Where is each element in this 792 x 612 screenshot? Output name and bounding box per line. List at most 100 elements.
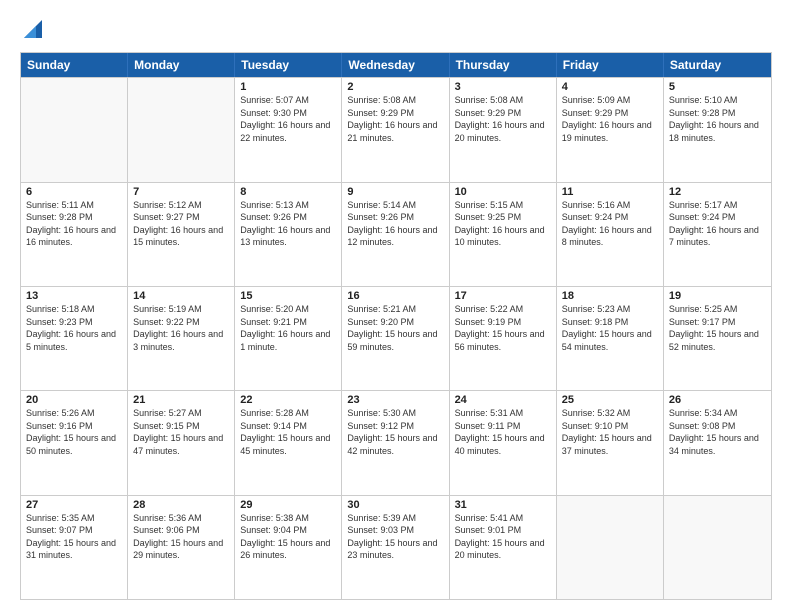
calendar-cell: 25Sunrise: 5:32 AMSunset: 9:10 PMDayligh…: [557, 391, 664, 494]
day-number: 1: [240, 81, 336, 93]
calendar-cell: 12Sunrise: 5:17 AMSunset: 9:24 PMDayligh…: [664, 183, 771, 286]
calendar-cell: 3Sunrise: 5:08 AMSunset: 9:29 PMDaylight…: [450, 78, 557, 181]
calendar-header-row: SundayMondayTuesdayWednesdayThursdayFrid…: [21, 53, 771, 77]
day-number: 18: [562, 290, 658, 302]
calendar-cell: [557, 496, 664, 599]
calendar-cell: [21, 78, 128, 181]
day-number: 25: [562, 394, 658, 406]
header-day-friday: Friday: [557, 53, 664, 77]
day-number: 5: [669, 81, 766, 93]
calendar-cell: 20Sunrise: 5:26 AMSunset: 9:16 PMDayligh…: [21, 391, 128, 494]
sun-info: Sunrise: 5:26 AMSunset: 9:16 PMDaylight:…: [26, 407, 122, 457]
day-number: 29: [240, 499, 336, 511]
day-number: 30: [347, 499, 443, 511]
sun-info: Sunrise: 5:28 AMSunset: 9:14 PMDaylight:…: [240, 407, 336, 457]
day-number: 14: [133, 290, 229, 302]
sun-info: Sunrise: 5:23 AMSunset: 9:18 PMDaylight:…: [562, 303, 658, 353]
calendar-row-1: 1Sunrise: 5:07 AMSunset: 9:30 PMDaylight…: [21, 77, 771, 181]
calendar-cell: 27Sunrise: 5:35 AMSunset: 9:07 PMDayligh…: [21, 496, 128, 599]
header-day-sunday: Sunday: [21, 53, 128, 77]
calendar-cell: 8Sunrise: 5:13 AMSunset: 9:26 PMDaylight…: [235, 183, 342, 286]
calendar-cell: 18Sunrise: 5:23 AMSunset: 9:18 PMDayligh…: [557, 287, 664, 390]
sun-info: Sunrise: 5:31 AMSunset: 9:11 PMDaylight:…: [455, 407, 551, 457]
calendar-cell: 19Sunrise: 5:25 AMSunset: 9:17 PMDayligh…: [664, 287, 771, 390]
calendar-cell: 26Sunrise: 5:34 AMSunset: 9:08 PMDayligh…: [664, 391, 771, 494]
day-number: 21: [133, 394, 229, 406]
sun-info: Sunrise: 5:10 AMSunset: 9:28 PMDaylight:…: [669, 94, 766, 144]
sun-info: Sunrise: 5:15 AMSunset: 9:25 PMDaylight:…: [455, 199, 551, 249]
sun-info: Sunrise: 5:22 AMSunset: 9:19 PMDaylight:…: [455, 303, 551, 353]
sun-info: Sunrise: 5:07 AMSunset: 9:30 PMDaylight:…: [240, 94, 336, 144]
calendar-cell: 16Sunrise: 5:21 AMSunset: 9:20 PMDayligh…: [342, 287, 449, 390]
header-day-thursday: Thursday: [450, 53, 557, 77]
sun-info: Sunrise: 5:38 AMSunset: 9:04 PMDaylight:…: [240, 512, 336, 562]
sun-info: Sunrise: 5:25 AMSunset: 9:17 PMDaylight:…: [669, 303, 766, 353]
day-number: 3: [455, 81, 551, 93]
day-number: 9: [347, 186, 443, 198]
calendar-cell: 6Sunrise: 5:11 AMSunset: 9:28 PMDaylight…: [21, 183, 128, 286]
calendar-cell: 31Sunrise: 5:41 AMSunset: 9:01 PMDayligh…: [450, 496, 557, 599]
calendar-cell: 21Sunrise: 5:27 AMSunset: 9:15 PMDayligh…: [128, 391, 235, 494]
calendar-body: 1Sunrise: 5:07 AMSunset: 9:30 PMDaylight…: [21, 77, 771, 599]
logo-icon: [22, 14, 44, 42]
day-number: 11: [562, 186, 658, 198]
sun-info: Sunrise: 5:14 AMSunset: 9:26 PMDaylight:…: [347, 199, 443, 249]
sun-info: Sunrise: 5:36 AMSunset: 9:06 PMDaylight:…: [133, 512, 229, 562]
calendar-cell: [664, 496, 771, 599]
calendar-cell: 29Sunrise: 5:38 AMSunset: 9:04 PMDayligh…: [235, 496, 342, 599]
sun-info: Sunrise: 5:34 AMSunset: 9:08 PMDaylight:…: [669, 407, 766, 457]
calendar-cell: 14Sunrise: 5:19 AMSunset: 9:22 PMDayligh…: [128, 287, 235, 390]
logo: [20, 18, 44, 42]
calendar-row-5: 27Sunrise: 5:35 AMSunset: 9:07 PMDayligh…: [21, 495, 771, 599]
day-number: 6: [26, 186, 122, 198]
sun-info: Sunrise: 5:30 AMSunset: 9:12 PMDaylight:…: [347, 407, 443, 457]
day-number: 8: [240, 186, 336, 198]
calendar-cell: 15Sunrise: 5:20 AMSunset: 9:21 PMDayligh…: [235, 287, 342, 390]
day-number: 4: [562, 81, 658, 93]
sun-info: Sunrise: 5:19 AMSunset: 9:22 PMDaylight:…: [133, 303, 229, 353]
day-number: 12: [669, 186, 766, 198]
sun-info: Sunrise: 5:13 AMSunset: 9:26 PMDaylight:…: [240, 199, 336, 249]
day-number: 10: [455, 186, 551, 198]
sun-info: Sunrise: 5:27 AMSunset: 9:15 PMDaylight:…: [133, 407, 229, 457]
calendar-cell: 1Sunrise: 5:07 AMSunset: 9:30 PMDaylight…: [235, 78, 342, 181]
day-number: 2: [347, 81, 443, 93]
day-number: 31: [455, 499, 551, 511]
calendar-cell: 17Sunrise: 5:22 AMSunset: 9:19 PMDayligh…: [450, 287, 557, 390]
sun-info: Sunrise: 5:41 AMSunset: 9:01 PMDaylight:…: [455, 512, 551, 562]
calendar-cell: 22Sunrise: 5:28 AMSunset: 9:14 PMDayligh…: [235, 391, 342, 494]
day-number: 26: [669, 394, 766, 406]
day-number: 16: [347, 290, 443, 302]
day-number: 24: [455, 394, 551, 406]
header-day-monday: Monday: [128, 53, 235, 77]
calendar-cell: 24Sunrise: 5:31 AMSunset: 9:11 PMDayligh…: [450, 391, 557, 494]
calendar-cell: 30Sunrise: 5:39 AMSunset: 9:03 PMDayligh…: [342, 496, 449, 599]
sun-info: Sunrise: 5:16 AMSunset: 9:24 PMDaylight:…: [562, 199, 658, 249]
day-number: 28: [133, 499, 229, 511]
day-number: 27: [26, 499, 122, 511]
sun-info: Sunrise: 5:21 AMSunset: 9:20 PMDaylight:…: [347, 303, 443, 353]
calendar-cell: 2Sunrise: 5:08 AMSunset: 9:29 PMDaylight…: [342, 78, 449, 181]
calendar-cell: 10Sunrise: 5:15 AMSunset: 9:25 PMDayligh…: [450, 183, 557, 286]
calendar-cell: 11Sunrise: 5:16 AMSunset: 9:24 PMDayligh…: [557, 183, 664, 286]
sun-info: Sunrise: 5:18 AMSunset: 9:23 PMDaylight:…: [26, 303, 122, 353]
sun-info: Sunrise: 5:35 AMSunset: 9:07 PMDaylight:…: [26, 512, 122, 562]
calendar-cell: [128, 78, 235, 181]
day-number: 7: [133, 186, 229, 198]
day-number: 19: [669, 290, 766, 302]
day-number: 17: [455, 290, 551, 302]
sun-info: Sunrise: 5:08 AMSunset: 9:29 PMDaylight:…: [347, 94, 443, 144]
calendar-cell: 9Sunrise: 5:14 AMSunset: 9:26 PMDaylight…: [342, 183, 449, 286]
calendar-cell: 4Sunrise: 5:09 AMSunset: 9:29 PMDaylight…: [557, 78, 664, 181]
calendar-cell: 7Sunrise: 5:12 AMSunset: 9:27 PMDaylight…: [128, 183, 235, 286]
sun-info: Sunrise: 5:09 AMSunset: 9:29 PMDaylight:…: [562, 94, 658, 144]
sun-info: Sunrise: 5:08 AMSunset: 9:29 PMDaylight:…: [455, 94, 551, 144]
sun-info: Sunrise: 5:39 AMSunset: 9:03 PMDaylight:…: [347, 512, 443, 562]
calendar-cell: 5Sunrise: 5:10 AMSunset: 9:28 PMDaylight…: [664, 78, 771, 181]
day-number: 13: [26, 290, 122, 302]
calendar: SundayMondayTuesdayWednesdayThursdayFrid…: [20, 52, 772, 600]
header-day-wednesday: Wednesday: [342, 53, 449, 77]
sun-info: Sunrise: 5:20 AMSunset: 9:21 PMDaylight:…: [240, 303, 336, 353]
day-number: 20: [26, 394, 122, 406]
header-day-saturday: Saturday: [664, 53, 771, 77]
